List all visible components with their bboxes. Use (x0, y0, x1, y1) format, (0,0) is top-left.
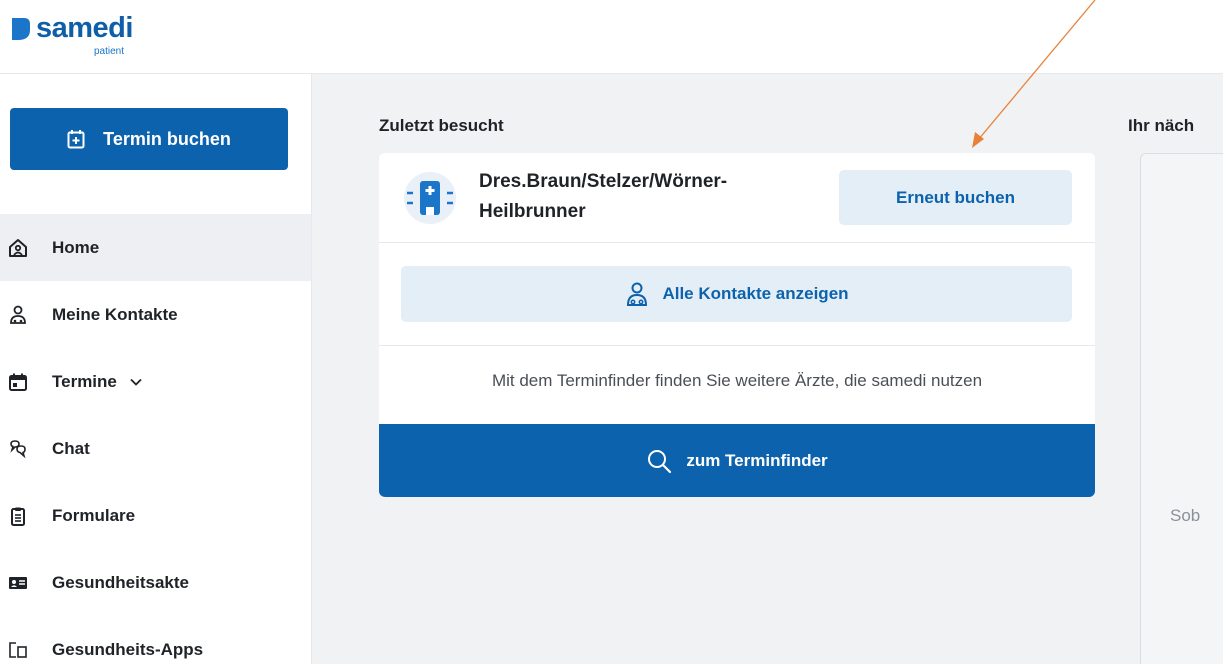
appointment-finder-button[interactable]: zum Terminfinder (379, 424, 1095, 497)
sidebar-item-label: Formulare (52, 505, 136, 525)
card-divider (379, 345, 1095, 346)
rebook-button[interactable]: Erneut buchen (839, 170, 1072, 225)
logo-mark-icon (12, 18, 30, 40)
appointment-finder-label: zum Terminfinder (686, 450, 828, 470)
contacts-icon (8, 305, 28, 325)
sidebar-item-forms[interactable]: Formulare (0, 482, 311, 549)
sidebar-item-label: Chat (52, 438, 90, 458)
samedi-logo[interactable]: samedi patient (10, 10, 150, 60)
book-appointment-button[interactable]: Termin buchen (10, 108, 288, 170)
sidebar-item-home[interactable]: Home (0, 214, 311, 281)
chevron-down-icon[interactable] (129, 375, 143, 389)
clinic-building-icon (404, 172, 456, 224)
top-header: samedi patient (0, 0, 1223, 74)
sidebar-item-label: Home (52, 237, 100, 257)
chat-icon (8, 439, 28, 459)
sidebar-item-health-record[interactable]: Gesundheitsakte (0, 549, 311, 616)
sidebar-item-label: Termine (52, 371, 117, 391)
finder-description: Mit dem Terminfinder finden Sie weitere … (491, 371, 983, 390)
sidebar-item-appointments[interactable]: Termine (0, 348, 311, 415)
clipboard-icon (8, 506, 28, 526)
recent-visits-card: Dres.Braun/Stelzer/Wörner-Heilbrunner Er… (379, 153, 1095, 497)
book-appointment-label: Termin buchen (103, 128, 231, 149)
calendar-plus-icon (67, 130, 85, 149)
health-record-icon (8, 573, 28, 593)
sidebar: Termin buchen Home Meine Kontakte Termin… (0, 74, 312, 664)
calendar-icon (8, 372, 28, 392)
recent-section-title: Zuletzt besucht (379, 116, 504, 135)
sidebar-item-label: Gesundheits-Apps (52, 639, 204, 659)
all-contacts-label: Alle Kontakte anzeigen (662, 284, 849, 303)
home-icon (8, 238, 28, 258)
next-appointment-title: Ihr näch (1128, 116, 1195, 135)
logo-wordmark: samedi (36, 12, 133, 44)
contacts-icon (627, 282, 648, 306)
clinic-name[interactable]: Dres.Braun/Stelzer/Wörner-Heilbrunner (479, 167, 799, 227)
search-icon (648, 449, 672, 473)
main-content: Zuletzt besucht Dres.Braun/Stelzer/Wörne… (312, 74, 1223, 664)
next-appointment-placeholder: Sob (1170, 506, 1201, 525)
clinic-row: Dres.Braun/Stelzer/Wörner-Heilbrunner Er… (379, 153, 1095, 243)
logo-subtitle: patient (94, 46, 125, 57)
next-appointment-panel (1140, 153, 1223, 664)
sidebar-item-health-apps[interactable]: Gesundheits-Apps (0, 616, 311, 664)
sidebar-item-chat[interactable]: Chat (0, 415, 311, 482)
sidebar-item-contacts[interactable]: Meine Kontakte (0, 281, 311, 348)
apps-icon (8, 640, 28, 660)
all-contacts-button[interactable]: Alle Kontakte anzeigen (401, 266, 1072, 322)
sidebar-item-label: Meine Kontakte (52, 304, 178, 324)
sidebar-item-label: Gesundheitsakte (52, 572, 189, 592)
